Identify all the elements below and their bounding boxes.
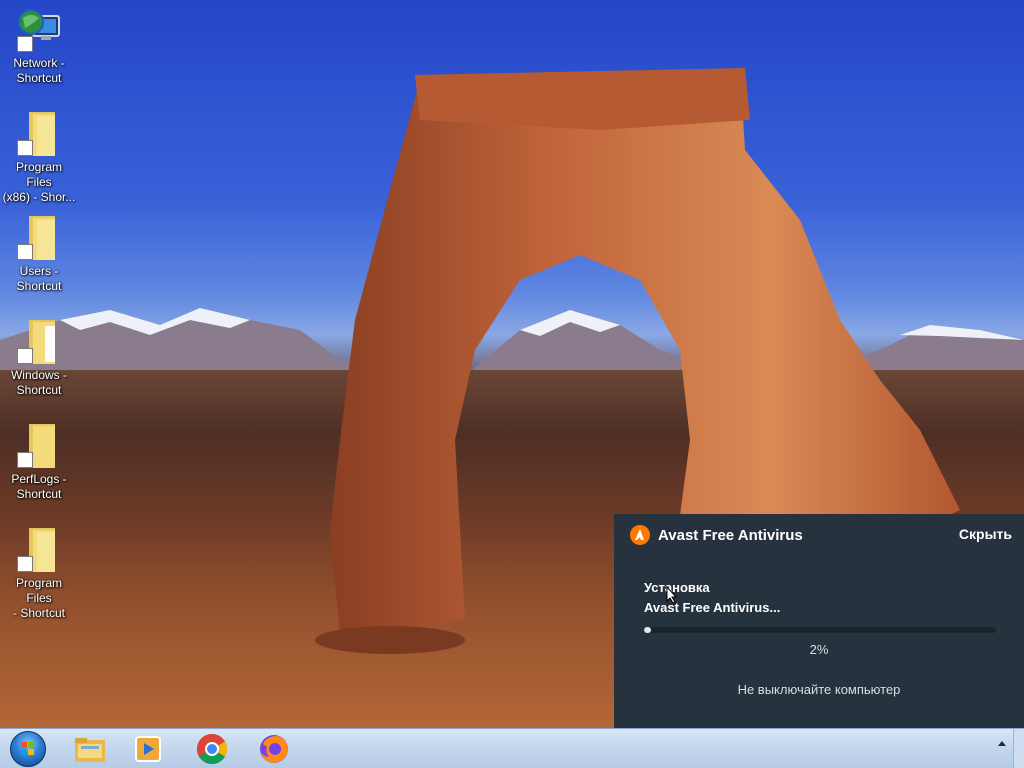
shortcut-arrow-icon	[17, 244, 33, 260]
taskbar-chrome[interactable]	[184, 731, 240, 767]
shortcut-arrow-icon	[17, 140, 33, 156]
desktop-icon-program-files-x86-shortcut[interactable]: Program Files (x86) - Shor...	[2, 110, 76, 205]
folder-icon	[15, 422, 63, 470]
avast-title: Avast Free Antivirus	[658, 526, 803, 544]
install-progress-label: 2%	[809, 642, 829, 657]
taskbar-file-explorer[interactable]	[62, 731, 118, 767]
desktop: Network - Shortcut Program Files (x86) -…	[0, 0, 1024, 728]
file-explorer-icon	[75, 738, 105, 762]
desktop-icon-users-shortcut[interactable]: Users - Shortcut	[2, 214, 76, 294]
show-desktop-button[interactable]	[1013, 729, 1024, 768]
avast-logo-icon	[630, 525, 650, 545]
start-orb-icon	[10, 731, 46, 767]
chrome-icon	[196, 734, 228, 765]
desktop-icon-windows-shortcut[interactable]: Windows - Shortcut	[2, 318, 76, 398]
desktop-icon-perflogs-shortcut[interactable]: PerfLogs - Shortcut	[2, 422, 76, 502]
taskbar-firefox[interactable]	[246, 731, 302, 767]
do-not-turn-off-warning: Не выключайте компьютер	[737, 682, 901, 697]
install-progress-bar	[644, 627, 996, 633]
media-player-icon	[135, 736, 161, 762]
desktop-icon-program-files-shortcut[interactable]: Program Files - Shortcut	[2, 526, 76, 621]
network-icon	[15, 6, 63, 54]
shortcut-arrow-icon	[17, 556, 33, 572]
desktop-icon-label: Network - Shortcut	[13, 56, 65, 85]
hide-button[interactable]: Скрыть	[959, 526, 1012, 542]
taskbar	[0, 728, 1024, 768]
folder-icon	[15, 318, 63, 366]
desktop-icon-label: PerfLogs - Shortcut	[11, 472, 67, 501]
install-status-line2: Avast Free Antivirus...	[644, 600, 781, 615]
firefox-icon	[260, 735, 288, 763]
desktop-icon-network-shortcut[interactable]: Network - Shortcut	[2, 6, 76, 86]
desktop-icon-label: Program Files (x86) - Shor...	[2, 160, 76, 204]
mouse-cursor-icon	[666, 586, 678, 604]
desktop-icon-label: Windows - Shortcut	[10, 368, 67, 397]
folder-icon	[15, 526, 63, 574]
avast-install-panel: Avast Free Antivirus Скрыть Установка Av…	[614, 514, 1024, 728]
shortcut-arrow-icon	[17, 452, 33, 468]
taskbar-media-player[interactable]	[120, 731, 176, 767]
start-button[interactable]	[0, 731, 56, 767]
shortcut-arrow-icon	[17, 36, 33, 52]
desktop-icon-label: Users - Shortcut	[16, 264, 62, 293]
avast-header: Avast Free Antivirus	[630, 524, 803, 546]
shortcut-arrow-icon	[17, 348, 33, 364]
folder-icon	[15, 110, 63, 158]
show-hidden-icons-button[interactable]	[998, 741, 1006, 746]
desktop-icon-label: Program Files - Shortcut	[12, 576, 66, 620]
install-progress-fill	[644, 627, 652, 633]
folder-icon	[15, 214, 63, 262]
